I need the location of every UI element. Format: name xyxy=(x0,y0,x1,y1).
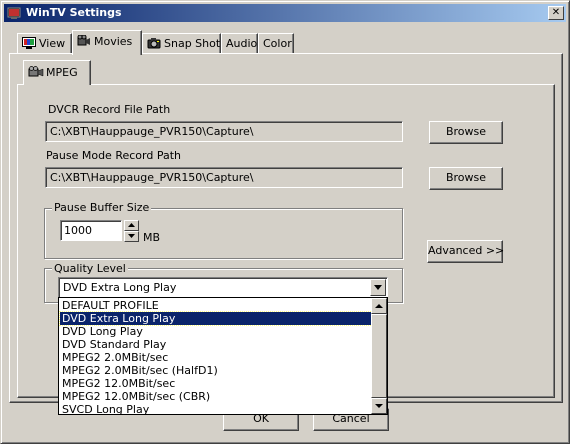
film-camera-icon xyxy=(28,66,44,77)
arrow-down-icon xyxy=(128,234,135,238)
dvcr-path-field[interactable]: C:\XBT\Hauppauge_PVR150\Capture\ xyxy=(45,121,403,142)
quality-select[interactable]: DVD Extra Long Play xyxy=(58,277,388,298)
scroll-down-icon xyxy=(375,404,383,408)
advanced-button[interactable]: Advanced >> xyxy=(427,240,505,263)
scroll-up-icon xyxy=(375,304,383,308)
tab-audio-label: Audio xyxy=(226,37,258,50)
pause-path-field[interactable]: C:\XBT\Hauppauge_PVR150\Capture\ xyxy=(45,167,403,188)
scroll-up-button[interactable] xyxy=(371,298,387,314)
list-item[interactable]: DVD Extra Long Play xyxy=(59,311,373,326)
list-item[interactable]: DEFAULT PROFILE xyxy=(60,299,372,312)
pause-browse-label: Browse xyxy=(445,171,487,184)
dvcr-path-label: DVCR Record File Path xyxy=(48,103,171,116)
close-icon: ✕ xyxy=(551,7,561,18)
tab-movies-label: Movies xyxy=(94,35,133,48)
arrow-up-icon xyxy=(128,223,135,227)
window-title: WinTV Settings xyxy=(26,6,122,19)
settings-window: WinTV Settings ✕ View Movies Snap Shot A… xyxy=(0,0,570,444)
title-bar[interactable]: WinTV Settings ✕ xyxy=(4,4,566,22)
list-item[interactable]: MPEG2 12.0MBit/sec xyxy=(60,377,372,390)
subtab-mpeg[interactable]: MPEG xyxy=(23,60,91,85)
tab-audio[interactable]: Audio xyxy=(221,33,258,54)
list-item[interactable]: MPEG2 2.0MBit/sec (HalfD1) xyxy=(60,364,372,377)
dvcr-path-value: C:\XBT\Hauppauge_PVR150\Capture\ xyxy=(50,125,254,138)
movie-camera-icon xyxy=(77,35,90,46)
dvcr-browse-button[interactable]: Browse xyxy=(429,121,503,144)
quality-selected-value: DVD Extra Long Play xyxy=(63,281,177,294)
pause-buffer-unit: MB xyxy=(143,231,161,244)
advanced-label: Advanced >> xyxy=(428,244,505,257)
tab-color-label: Color xyxy=(263,37,292,50)
list-item[interactable]: SVCD Long Play xyxy=(60,403,372,414)
tab-view-label: View xyxy=(39,37,66,50)
dropdown-scrollbar[interactable] xyxy=(371,298,387,414)
spin-up-button[interactable] xyxy=(124,220,139,231)
close-button[interactable]: ✕ xyxy=(548,6,564,20)
quality-dropdown-list[interactable]: DEFAULT PROFILE DVD Extra Long Play DVD … xyxy=(58,297,388,415)
pause-path-value: C:\XBT\Hauppauge_PVR150\Capture\ xyxy=(50,171,254,184)
tab-view[interactable]: View xyxy=(17,33,72,54)
dvcr-browse-label: Browse xyxy=(445,125,487,138)
quality-dropdown-button[interactable] xyxy=(370,279,386,296)
scroll-down-button[interactable] xyxy=(371,398,387,414)
list-item[interactable]: MPEG2 12.0MBit/sec (CBR) xyxy=(60,390,372,403)
list-item[interactable]: DVD Long Play xyxy=(60,325,372,338)
pause-path-label: Pause Mode Record Path xyxy=(46,149,181,162)
tab-snap-shot-label: Snap Shot xyxy=(164,37,221,50)
list-item[interactable]: MPEG2 2.0MBit/sec xyxy=(60,351,372,364)
list-item[interactable]: DVD Standard Play xyxy=(60,338,372,351)
tab-movies[interactable]: Movies xyxy=(72,30,142,55)
tv-icon xyxy=(22,37,36,49)
pause-buffer-input[interactable]: 1000 xyxy=(60,220,122,241)
spin-down-button[interactable] xyxy=(124,231,139,242)
subtab-mpeg-label: MPEG xyxy=(46,66,78,79)
tab-snap-shot[interactable]: Snap Shot xyxy=(142,33,221,54)
wintv-app-icon xyxy=(7,7,21,19)
pause-buffer-title: Pause Buffer Size xyxy=(52,201,152,214)
camera-icon xyxy=(147,38,161,49)
chevron-down-icon xyxy=(374,285,382,290)
pause-browse-button[interactable]: Browse xyxy=(429,167,503,190)
scroll-thumb[interactable] xyxy=(371,314,387,398)
quality-title: Quality Level xyxy=(52,262,128,275)
pause-buffer-value: 1000 xyxy=(64,224,92,237)
tab-color[interactable]: Color xyxy=(258,33,294,54)
